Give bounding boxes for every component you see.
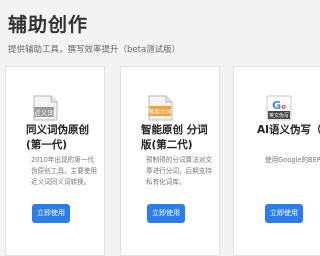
page-title: 辅助创作 (8, 14, 89, 36)
tool-card-synonym: 近义词 同义词伪原创(第一代) 2010年出现的第一代伪原创工具，主要使用近义词… (5, 66, 105, 256)
tool-card-ai-semantic: Go 英文伪写 AI语义伪写（第 使用Google的BERT技术,超强技术实力,… (233, 66, 320, 256)
card-title: 智能原创 分词版(第二代) (141, 124, 208, 151)
card-title: AI语义伪写（第 (257, 124, 320, 136)
card-description: 预制得的分词算法对文章进行分词，后期支持私有化词库。 (146, 156, 212, 186)
use-now-button[interactable]: 立即使用 (32, 204, 70, 223)
page-subtitle: 提供辅助工具，撰写效率提升（beta测试版） (8, 45, 181, 55)
card-description: 2010年出现的第一代伪原创工具，主要使用近义词同义词转换。 (31, 156, 97, 186)
tool-card-smart-segment: 智能分词 智能原创 分词版(第二代) 预制得的分词算法对文章进行分词，后期支持私… (120, 66, 220, 256)
smart-segment-icon-label: 智能分词 (149, 108, 172, 116)
synonym-doc-icon: 近义词 (32, 95, 58, 121)
use-now-button[interactable]: 立即使用 (265, 204, 303, 223)
card-description: 使用Google的BERT技术,超强技术实力,全自动化翻译生产。 (265, 156, 320, 164)
use-now-button[interactable]: 立即使用 (147, 204, 185, 223)
card-title: 同义词伪原创(第一代) (26, 124, 89, 151)
ai-semantic-icon-label: 英文伪写 (269, 112, 289, 119)
smart-segment-doc-icon: 智能分词 (147, 95, 173, 121)
google-translate-icon: Go 英文伪写 (266, 95, 292, 121)
synonym-icon-label: 近义词 (34, 108, 54, 117)
